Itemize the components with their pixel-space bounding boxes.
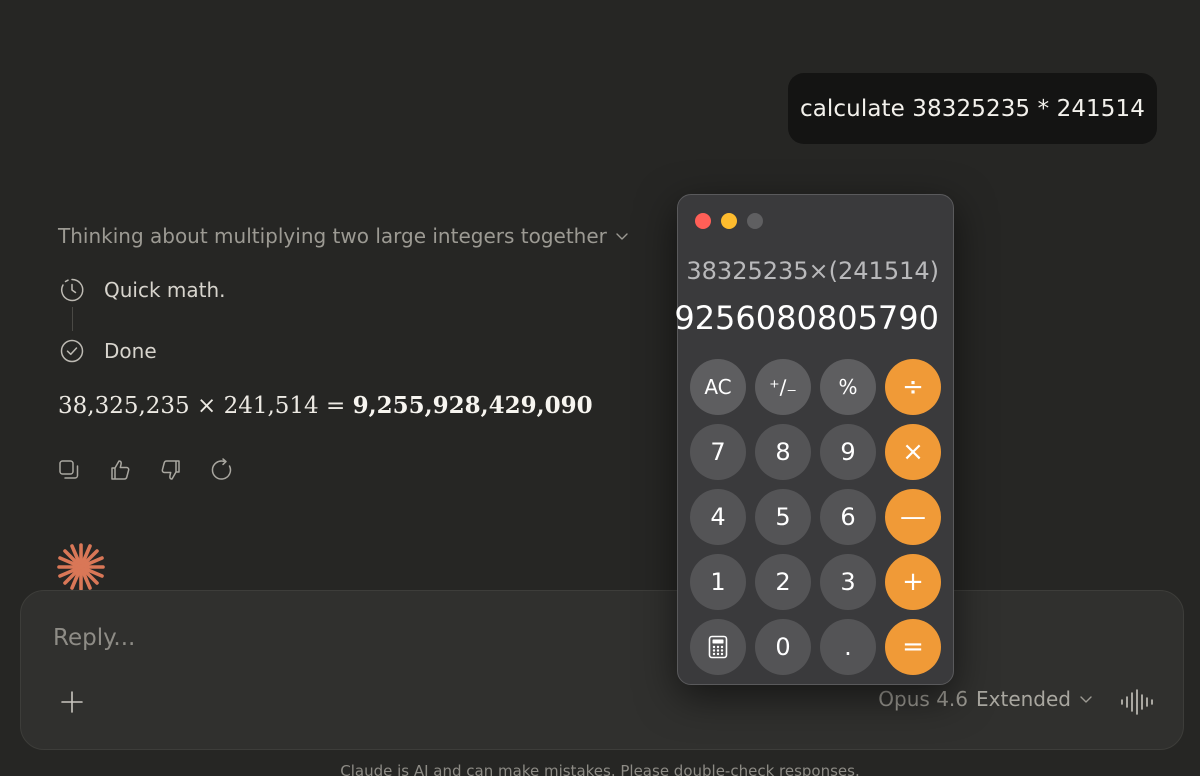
key-5[interactable]: 5 <box>755 489 811 545</box>
chat-window: calculate 38325235 * 241514 Thinking abo… <box>0 0 1200 776</box>
chevron-down-icon <box>615 229 629 243</box>
assistant-answer: 38,325,235 × 241,514 = 9,255,928,429,090 <box>58 392 593 419</box>
answer-result: 9,255,928,429,090 <box>352 392 593 419</box>
key-6[interactable]: 6 <box>820 489 876 545</box>
calculator-window: 38325235×(241514) 9256080805790 AC ⁺∕₋ %… <box>674 194 954 685</box>
user-message-bubble: calculate 38325235 * 241514 <box>788 73 1157 144</box>
key-multiply[interactable]: × <box>885 424 941 480</box>
key-2[interactable]: 2 <box>755 554 811 610</box>
thinking-toggle[interactable]: Thinking about multiplying two large int… <box>58 224 629 248</box>
user-message-text: calculate 38325235 * 241514 <box>799 95 1145 122</box>
key-minus[interactable]: — <box>885 489 941 545</box>
key-8[interactable]: 8 <box>755 424 811 480</box>
key-7[interactable]: 7 <box>690 424 746 480</box>
plus-icon[interactable] <box>57 687 87 717</box>
message-actions <box>56 456 235 484</box>
key-percent[interactable]: % <box>820 359 876 415</box>
key-0[interactable]: 0 <box>755 619 811 675</box>
step-connector <box>72 307 73 331</box>
close-button[interactable] <box>695 213 711 229</box>
calculator-icon <box>708 635 728 659</box>
thumbs-up-icon[interactable] <box>107 456 133 484</box>
key-equals[interactable]: = <box>885 619 941 675</box>
copy-icon[interactable] <box>56 456 82 484</box>
calculator-keypad: AC ⁺∕₋ % ÷ 7 8 9 × 4 5 6 — 1 2 3 + 0 . = <box>690 359 941 675</box>
model-selector[interactable]: Opus 4.6 Extended <box>878 687 1093 711</box>
disclaimer: Claude is AI and can make mistakes. Plea… <box>340 762 860 776</box>
answer-expression: 38,325,235 × 241,514 = <box>58 393 353 419</box>
key-4[interactable]: 4 <box>690 489 746 545</box>
voice-icon[interactable] <box>1119 687 1155 717</box>
clock-icon <box>58 276 86 304</box>
zoom-button[interactable] <box>747 213 763 229</box>
reply-input[interactable] <box>53 625 653 651</box>
thumbs-down-icon[interactable] <box>158 456 184 484</box>
model-name: Opus 4.6 <box>878 687 968 711</box>
key-plus[interactable]: + <box>885 554 941 610</box>
thinking-step-done: Done <box>58 337 157 365</box>
calculator-result: 9256080805790 <box>674 299 939 337</box>
key-dot[interactable]: . <box>820 619 876 675</box>
key-divide[interactable]: ÷ <box>885 359 941 415</box>
key-calculator-menu[interactable] <box>690 619 746 675</box>
key-1[interactable]: 1 <box>690 554 746 610</box>
key-ac[interactable]: AC <box>690 359 746 415</box>
check-circle-icon <box>58 337 86 365</box>
minimize-button[interactable] <box>721 213 737 229</box>
reply-composer: Opus 4.6 Extended <box>20 590 1184 750</box>
thinking-summary: Thinking about multiplying two large int… <box>58 224 607 248</box>
step-label: Quick math. <box>104 278 226 302</box>
calculator-expression: 38325235×(241514) <box>686 257 939 285</box>
step-label: Done <box>104 339 157 363</box>
key-9[interactable]: 9 <box>820 424 876 480</box>
window-controls <box>695 213 763 229</box>
claude-spark-icon <box>57 543 105 591</box>
thinking-step-quick-math: Quick math. <box>58 276 226 304</box>
model-mode: Extended <box>976 687 1071 711</box>
key-sign[interactable]: ⁺∕₋ <box>755 359 811 415</box>
chevron-down-icon <box>1079 692 1093 706</box>
key-3[interactable]: 3 <box>820 554 876 610</box>
retry-icon[interactable] <box>209 456 235 484</box>
